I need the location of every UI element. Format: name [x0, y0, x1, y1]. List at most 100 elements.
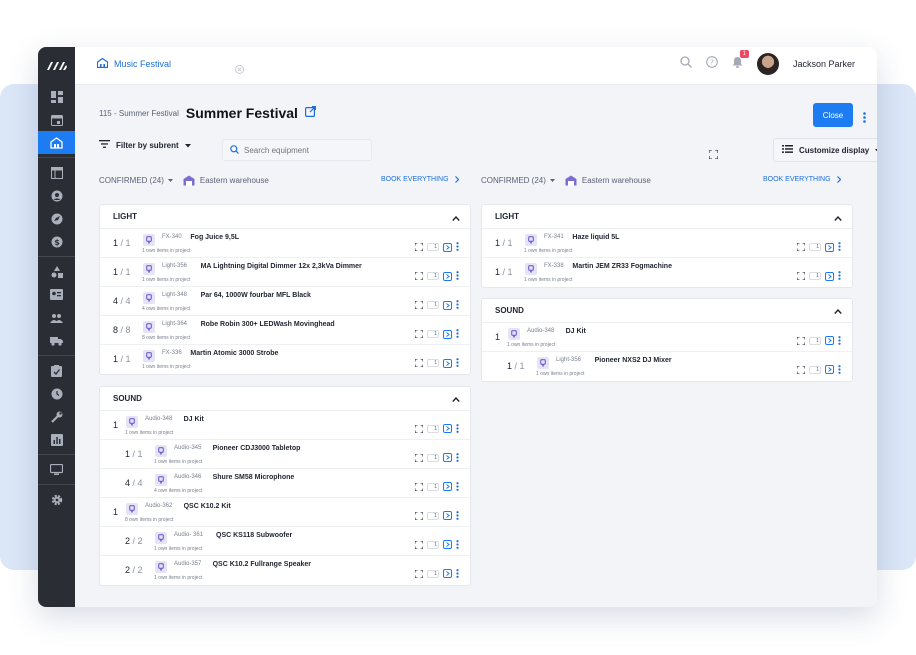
row-more-icon[interactable] — [838, 361, 841, 379]
book-arrow-icon[interactable] — [443, 511, 452, 520]
dashboard-icon[interactable] — [38, 85, 75, 108]
book-everything-link[interactable]: BOOK EVERYTHING — [763, 176, 841, 183]
chevron-up-icon[interactable] — [452, 389, 460, 407]
quantity[interactable]: 1 — [113, 420, 118, 430]
equipment-name[interactable]: Martin JEM ZR33 Fogmachine — [572, 263, 672, 270]
chevron-up-icon[interactable] — [834, 301, 842, 319]
expand-icon[interactable] — [414, 354, 424, 372]
tab-music-festival[interactable]: Music Festival — [96, 57, 171, 70]
expand-icon[interactable] — [796, 361, 806, 379]
expand-icon[interactable] — [796, 267, 806, 285]
row-more-icon[interactable] — [456, 507, 459, 525]
row-more-icon[interactable] — [456, 296, 459, 314]
equipment-row[interactable]: 1 / 1 Light-356 MA Lightning Digital Dimme… — [100, 258, 470, 287]
more-vertical-icon[interactable] — [863, 110, 866, 128]
expand-icon[interactable] — [414, 238, 424, 256]
equipment-row[interactable]: 4 / 4 Audio-346 Shure SM58 Microphone 4 own… — [100, 469, 470, 498]
expand-icon[interactable] — [414, 420, 424, 438]
book-quantity-field[interactable]: 1 — [427, 243, 439, 251]
app-logo[interactable] — [38, 47, 75, 85]
search-icon[interactable] — [680, 55, 692, 73]
quantity[interactable]: 1 / 1 — [507, 361, 525, 371]
expand-icon[interactable] — [796, 332, 806, 350]
row-more-icon[interactable] — [456, 354, 459, 372]
quantity[interactable]: 4 / 4 — [125, 478, 143, 488]
book-quantity-field[interactable]: 1 — [427, 569, 439, 578]
book-quantity-field[interactable]: 1 — [427, 330, 439, 338]
quantity[interactable]: 1 / 1 — [495, 238, 513, 248]
book-quantity-field[interactable]: 1 — [427, 511, 439, 520]
expand-icon[interactable] — [414, 296, 424, 314]
chevron-up-icon[interactable] — [452, 208, 460, 226]
wrench-icon[interactable] — [38, 405, 75, 428]
group-header[interactable]: LIGHT — [100, 205, 470, 229]
book-quantity-field[interactable]: 1 — [427, 272, 439, 280]
expand-icon[interactable] — [414, 565, 424, 583]
equipment-name[interactable]: Pioneer CDJ3000 Tabletop — [213, 445, 301, 452]
truck-icon[interactable] — [38, 329, 75, 352]
filter-subrent-dropdown[interactable]: Filter by subrent — [99, 140, 191, 150]
external-link-icon[interactable] — [304, 104, 317, 122]
equipment-name[interactable]: MA Lightning Digital Dimmer 12x 2,3kVa D… — [201, 263, 362, 270]
customize-display-button[interactable]: Customize display — [773, 138, 877, 162]
explore-icon[interactable] — [38, 207, 75, 230]
equipment-row[interactable]: 1 Audio-348 DJ Kit 1 own items in project 1 — [100, 411, 470, 440]
book-arrow-icon[interactable] — [443, 358, 452, 368]
equipment-row[interactable]: 8 / 8 Light-364 Robe Robin 300+ LEDWash Mo… — [100, 316, 470, 345]
book-quantity-field[interactable]: 1 — [427, 482, 439, 491]
equipment-row[interactable]: 2 / 2 Audio- 361 QSC KS118 Subwoofer 1 own … — [100, 527, 470, 556]
book-arrow-icon[interactable] — [443, 271, 452, 281]
equipment-name[interactable]: QSC K10.2 Fullrange Speaker — [213, 561, 311, 568]
book-arrow-icon[interactable] — [825, 336, 834, 346]
expand-all-icon[interactable] — [708, 146, 719, 164]
people-icon[interactable] — [38, 306, 75, 329]
tab-close-icon[interactable] — [235, 61, 244, 79]
breadcrumb[interactable]: 115 - Summer Festival — [99, 109, 179, 118]
status-dropdown[interactable]: CONFIRMED (24) — [99, 176, 173, 185]
row-more-icon[interactable] — [456, 449, 459, 467]
book-everything-link[interactable]: BOOK EVERYTHING — [381, 176, 459, 183]
equipment-row[interactable]: 1 Audio-348 DJ Kit 1 own items in project 1 — [482, 323, 852, 352]
row-more-icon[interactable] — [838, 332, 841, 350]
row-more-icon[interactable] — [456, 325, 459, 343]
table-icon[interactable] — [38, 161, 75, 184]
expand-icon[interactable] — [414, 507, 424, 525]
book-arrow-icon[interactable] — [443, 569, 452, 578]
user-name[interactable]: Jackson Parker — [793, 59, 855, 69]
equipment-row[interactable]: 2 / 2 Audio-357 QSC K10.2 Fullrange Speake… — [100, 556, 470, 585]
group-header[interactable]: LIGHT — [482, 205, 852, 229]
chevron-up-icon[interactable] — [834, 208, 842, 226]
book-arrow-icon[interactable] — [443, 424, 452, 433]
calendar-icon[interactable] — [38, 108, 75, 131]
row-more-icon[interactable] — [838, 238, 841, 256]
help-icon[interactable]: ? — [706, 55, 718, 73]
quantity[interactable]: 2 / 2 — [125, 536, 143, 546]
search-input[interactable] — [244, 145, 364, 155]
book-arrow-icon[interactable] — [443, 329, 452, 339]
book-quantity-field[interactable]: 1 — [809, 243, 821, 251]
monitor-icon[interactable] — [38, 458, 75, 481]
equipment-row[interactable]: 1 / 1 Audio-345 Pioneer CDJ3000 Tabletop 1 … — [100, 440, 470, 469]
close-button[interactable]: Close — [813, 103, 853, 127]
clock-icon[interactable] — [38, 382, 75, 405]
status-dropdown[interactable]: CONFIRMED (24) — [481, 176, 555, 185]
equipment-name[interactable]: DJ Kit — [566, 328, 586, 335]
quantity[interactable]: 1 / 1 — [113, 354, 131, 364]
book-quantity-field[interactable]: 1 — [427, 424, 439, 433]
warehouse-selector[interactable]: Eastern warehouse — [183, 175, 269, 186]
row-more-icon[interactable] — [456, 478, 459, 496]
row-more-icon[interactable] — [456, 536, 459, 554]
equipment-name[interactable]: Shure SM58 Microphone — [213, 474, 295, 481]
equipment-name[interactable]: Pioneer NXS2 DJ Mixer — [595, 357, 672, 364]
quantity[interactable]: 4 / 4 — [113, 296, 131, 306]
projects-icon[interactable] — [38, 131, 75, 154]
row-more-icon[interactable] — [456, 267, 459, 285]
book-quantity-field[interactable]: 1 — [809, 272, 821, 280]
contacts-icon[interactable] — [38, 184, 75, 207]
dollar-icon[interactable]: $ — [38, 230, 75, 253]
expand-icon[interactable] — [414, 536, 424, 554]
row-more-icon[interactable] — [838, 267, 841, 285]
equipment-row[interactable]: 1 / 1 FX-338 Martin JEM ZR33 Fogmachine 1 o… — [482, 258, 852, 287]
quantity[interactable]: 1 / 1 — [125, 449, 143, 459]
expand-icon[interactable] — [414, 267, 424, 285]
